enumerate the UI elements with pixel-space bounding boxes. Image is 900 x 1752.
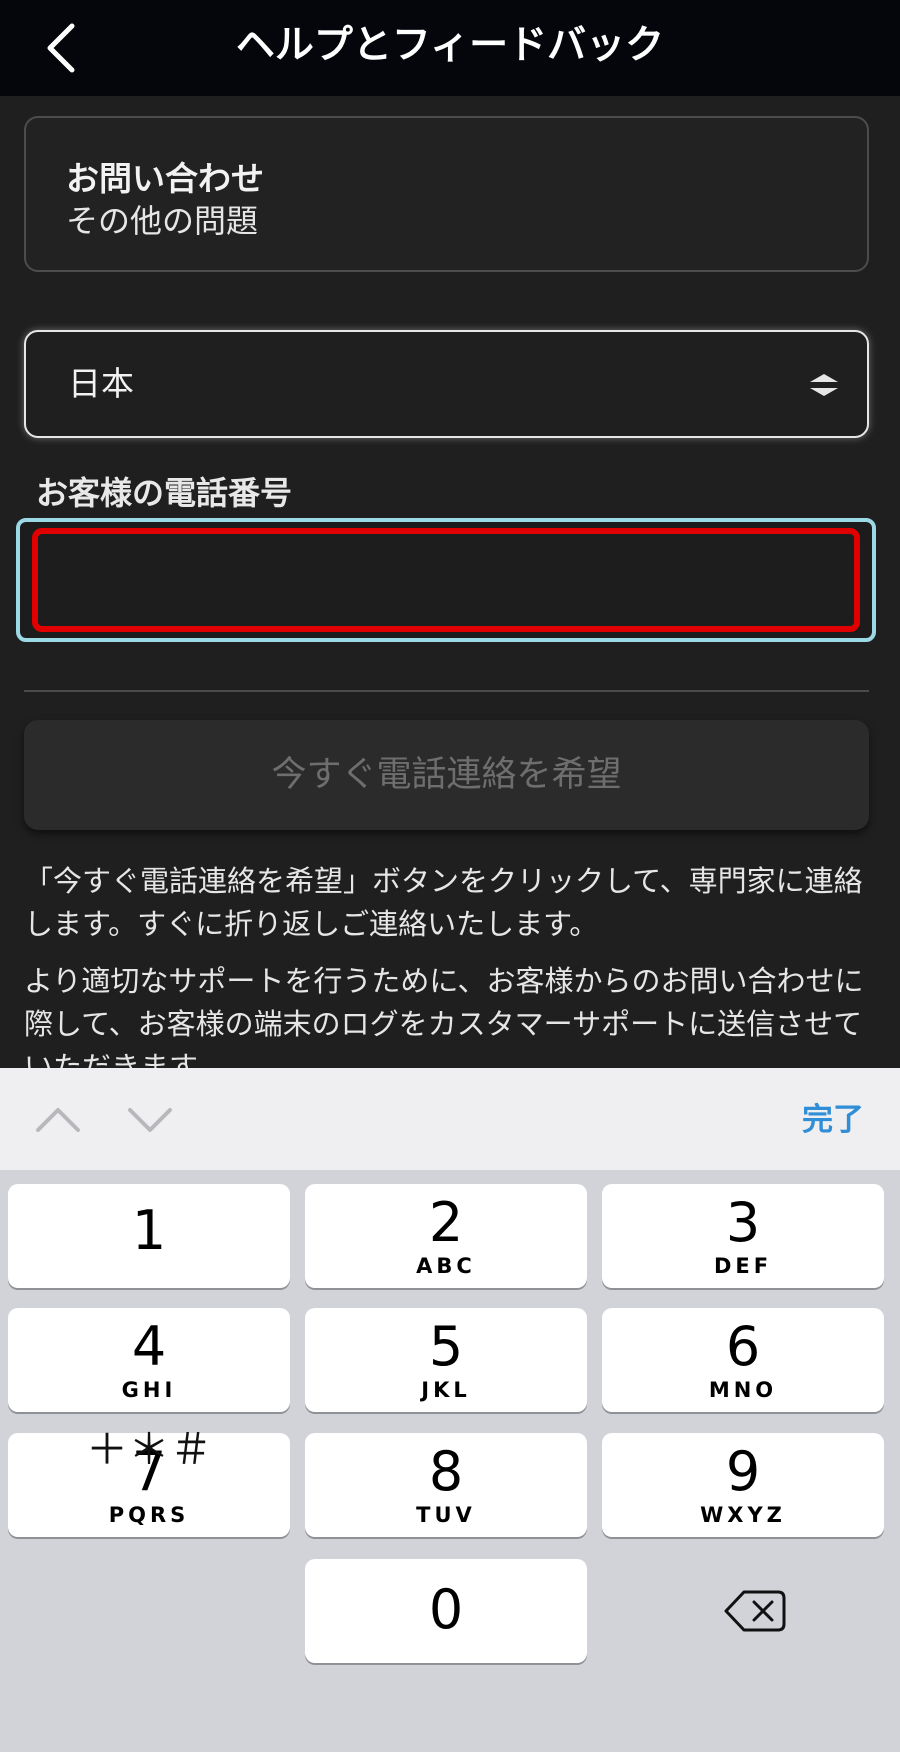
key-4[interactable]: 4 GHI bbox=[8, 1308, 290, 1412]
key-symbols[interactable]: ＋＊＃ bbox=[8, 1398, 290, 1502]
key-5[interactable]: 5 JKL bbox=[305, 1308, 587, 1412]
key-2[interactable]: 2 ABC bbox=[305, 1184, 587, 1288]
done-button[interactable]: 完了 bbox=[802, 1068, 864, 1172]
phone-field-focus-ring bbox=[16, 518, 876, 642]
key-letters: DEF bbox=[713, 1254, 773, 1278]
contact-category-card[interactable]: お問い合わせ その他の問題 bbox=[24, 116, 869, 272]
key-digit: 8 bbox=[428, 1440, 464, 1503]
chevron-up-icon[interactable] bbox=[34, 1096, 82, 1144]
chevron-down-icon[interactable] bbox=[126, 1096, 174, 1144]
keyboard-toolbar: 完了 bbox=[0, 1068, 900, 1170]
country-value: 日本 bbox=[68, 364, 134, 403]
contact-subtitle: その他の問題 bbox=[66, 202, 259, 240]
country-select[interactable]: 日本 bbox=[24, 330, 869, 438]
key-digit: 6 bbox=[725, 1315, 761, 1378]
delete-key[interactable] bbox=[604, 1559, 886, 1663]
key-digit: 4 bbox=[131, 1315, 167, 1378]
key-letters: PQRS bbox=[108, 1503, 190, 1527]
key-9[interactable]: 9 WXYZ bbox=[602, 1433, 884, 1537]
key-digit: 1 bbox=[131, 1199, 167, 1262]
key-3[interactable]: 3 DEF bbox=[602, 1184, 884, 1288]
divider bbox=[24, 690, 869, 692]
key-8[interactable]: 8 TUV bbox=[305, 1433, 587, 1537]
header-bar: ヘルプとフィードバック bbox=[0, 0, 900, 96]
contact-title: お問い合わせ bbox=[66, 159, 264, 198]
key-6[interactable]: 6 MNO bbox=[602, 1308, 884, 1412]
backspace-icon bbox=[724, 1590, 786, 1632]
select-arrows-icon bbox=[810, 374, 838, 396]
key-letters: MNO bbox=[708, 1378, 778, 1402]
key-digit: 0 bbox=[428, 1578, 464, 1641]
key-1[interactable]: 1 bbox=[8, 1184, 290, 1288]
key-letters: WXYZ bbox=[700, 1503, 786, 1527]
key-letters: JKL bbox=[421, 1378, 471, 1402]
page-title: ヘルプとフィードバック bbox=[235, 23, 665, 68]
request-call-button[interactable]: 今すぐ電話連絡を希望 bbox=[24, 720, 869, 830]
phone-input[interactable] bbox=[32, 528, 860, 632]
phone-label: お客様の電話番号 bbox=[36, 474, 293, 512]
key-letters: TUV bbox=[416, 1503, 476, 1527]
key-digit: 3 bbox=[725, 1191, 761, 1254]
info-paragraph-1: 「今すぐ電話連絡を希望」ボタンをクリックして、専門家に連絡します。すぐに折り返し… bbox=[24, 864, 863, 941]
key-0[interactable]: 0 bbox=[305, 1559, 587, 1663]
key-digit: 2 bbox=[428, 1191, 464, 1254]
key-letters: ABC bbox=[416, 1254, 476, 1278]
key-digit: 5 bbox=[428, 1315, 464, 1378]
info-paragraph-2: より適切なサポートを行うために、お客様からのお問い合わせに際して、お客様の端末の… bbox=[24, 964, 864, 1068]
key-digit: 9 bbox=[725, 1440, 761, 1503]
